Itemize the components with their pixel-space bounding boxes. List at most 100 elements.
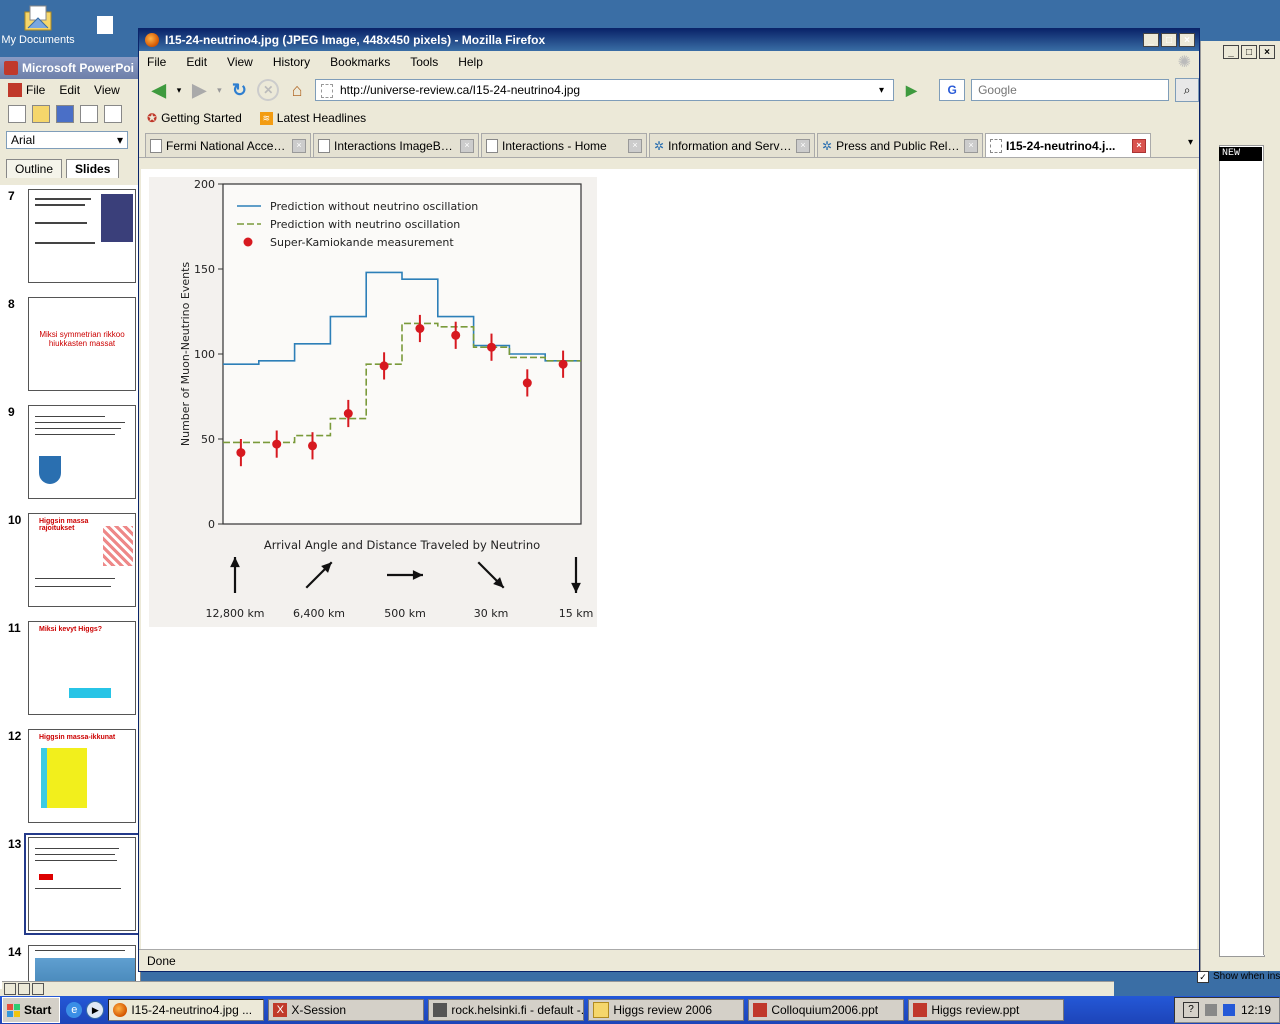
back-history-chevron-icon[interactable]: ▾ xyxy=(177,85,182,96)
checkbox[interactable]: ✓ xyxy=(1197,971,1209,983)
powerpoint-menu-edit[interactable]: Edit xyxy=(59,83,80,97)
close-tab-icon[interactable]: × xyxy=(628,138,642,153)
slide-thumbnail[interactable]: Higgsin massa-ikkunat xyxy=(28,729,136,823)
open-icon[interactable] xyxy=(32,105,50,123)
forward-history-chevron-icon[interactable]: ▾ xyxy=(217,85,222,96)
background-window-right[interactable]: _ □ × NEW ✓ Show when inse xyxy=(1197,41,1280,983)
search-input[interactable] xyxy=(976,82,1169,98)
quicklaunch-ie-icon[interactable]: e xyxy=(66,1002,83,1018)
y-tick-label: 200 xyxy=(194,178,215,191)
normal-view-icon[interactable] xyxy=(4,983,16,995)
tab-fermilab[interactable]: Fermi National Acceler... × xyxy=(145,133,311,157)
slide-thumbnail[interactable] xyxy=(28,405,136,499)
task-x-session[interactable]: X X-Session xyxy=(268,999,425,1021)
menu-bookmarks[interactable]: Bookmarks xyxy=(330,55,390,69)
maximize-button[interactable]: □ xyxy=(1241,45,1257,59)
tab-information-services[interactable]: ✲ Information and Servi... × xyxy=(649,133,815,157)
back-button[interactable]: ◀ xyxy=(147,78,171,102)
scrollbar[interactable] xyxy=(1263,145,1280,955)
slide-thumbnail-list[interactable]: 7 8 Miksi symmetrian rikkoo hiukkasten m… xyxy=(0,185,140,989)
reload-icon[interactable]: ↻ xyxy=(228,78,252,102)
search-icon[interactable]: ⌕ xyxy=(1175,78,1199,102)
close-tab-icon[interactable]: × xyxy=(1132,138,1146,153)
tab-list-chevron-icon[interactable]: ▾ xyxy=(1188,137,1193,148)
distance-label: 6,400 km xyxy=(293,607,345,620)
menu-view[interactable]: View xyxy=(227,55,253,69)
slide-thumbnail[interactable]: Higgsin massa rajoitukset xyxy=(28,513,136,607)
terminal-icon xyxy=(433,1003,448,1017)
sorter-view-icon[interactable] xyxy=(18,983,30,995)
url-bar[interactable]: ▾ xyxy=(314,79,894,101)
start-button[interactable]: Start xyxy=(2,997,61,1023)
powerpoint-menubar: File Edit View xyxy=(0,79,140,101)
task-higgs-review-ppt[interactable]: Higgs review.ppt xyxy=(908,999,1065,1021)
task-colloquium-ppt[interactable]: Colloquium2006.ppt xyxy=(748,999,905,1021)
menu-edit[interactable]: Edit xyxy=(186,55,207,69)
editor-area[interactable] xyxy=(1219,145,1265,957)
chevron-down-icon[interactable]: ▾ xyxy=(879,85,893,96)
slide-thumbnail[interactable]: Miksi symmetrian rikkoo hiukkasten massa… xyxy=(28,297,136,391)
bookmark-getting-started[interactable]: ✪ Getting Started xyxy=(147,111,242,125)
powerpoint-window[interactable]: Microsoft PowerPoi File Edit View Arial … xyxy=(0,57,141,997)
google-engine-icon[interactable]: G xyxy=(939,79,966,101)
task-rock-helsinki[interactable]: rock.helsinki.fi - default -... xyxy=(428,999,585,1021)
slide-thumbnail[interactable]: Miksi kevyt Higgs? xyxy=(28,621,136,715)
preview-icon[interactable] xyxy=(104,105,122,123)
slideshow-view-icon[interactable] xyxy=(32,983,44,995)
powerpoint-menu-view[interactable]: View xyxy=(94,83,120,97)
powerpoint-titlebar[interactable]: Microsoft PowerPoi xyxy=(0,57,140,79)
menu-history[interactable]: History xyxy=(273,55,310,69)
tab-slides[interactable]: Slides xyxy=(66,159,120,178)
volume-icon[interactable] xyxy=(1222,1004,1235,1016)
new-icon[interactable] xyxy=(8,105,26,123)
menu-help[interactable]: Help xyxy=(458,55,483,69)
font-select[interactable]: Arial ▾ xyxy=(6,131,128,149)
chart-svg: 0 50 100 150 200 Prediction without neutrino… xyxy=(179,178,593,620)
tab-outline[interactable]: Outline xyxy=(6,159,63,178)
close-tab-icon[interactable]: × xyxy=(292,138,306,153)
slide-arrow xyxy=(39,874,53,880)
chevron-down-icon[interactable]: ▾ xyxy=(117,133,123,147)
powerpoint-menu-file[interactable]: File xyxy=(8,83,45,97)
status-bar: Done xyxy=(139,949,1199,971)
task-higgs-review-folder[interactable]: Higgs review 2006 xyxy=(588,999,745,1021)
network-icon[interactable] xyxy=(1204,1004,1217,1016)
forward-button[interactable]: ▶ xyxy=(187,78,211,102)
close-tab-icon[interactable]: × xyxy=(796,138,810,153)
go-icon[interactable]: ▶ xyxy=(900,78,924,102)
minimize-button[interactable]: _ xyxy=(1223,45,1239,59)
show-when-insert-option[interactable]: ✓ Show when inse xyxy=(1197,971,1280,983)
slide-number: 8 xyxy=(8,297,15,311)
minimize-button[interactable]: _ xyxy=(1143,33,1159,47)
maximize-button[interactable]: □ xyxy=(1161,33,1177,47)
tab-label: Interactions ImageBank xyxy=(334,138,456,153)
print-icon[interactable] xyxy=(80,105,98,123)
page-content[interactable]: 0 50 100 150 200 Prediction without neutrino… xyxy=(141,169,1197,949)
close-button[interactable]: × xyxy=(1259,45,1275,59)
tab-interactions-home[interactable]: Interactions - Home × xyxy=(481,133,647,157)
desktop-icon-my-documents[interactable]: My Documents xyxy=(0,2,76,46)
menu-tools[interactable]: Tools xyxy=(410,55,438,69)
close-tab-icon[interactable]: × xyxy=(460,138,474,153)
save-icon[interactable] xyxy=(56,105,74,123)
slide-thumbnail[interactable] xyxy=(28,189,136,283)
quicklaunch-media-icon[interactable]: ▶ xyxy=(86,1001,105,1019)
desktop-blank-icon[interactable] xyxy=(97,16,113,34)
home-icon[interactable]: ⌂ xyxy=(285,78,309,102)
taskbar: Start e ▶ I15-24-neutrino4.jpg ... X X-S… xyxy=(0,996,1280,1024)
firefox-titlebar[interactable]: I15-24-neutrino4.jpg (JPEG Image, 448x45… xyxy=(139,29,1199,51)
close-button[interactable]: × xyxy=(1179,33,1195,47)
tab-interactions-imagebank[interactable]: Interactions ImageBank × xyxy=(313,133,479,157)
menu-file[interactable]: File xyxy=(147,55,166,69)
slide-thumbnail-selected[interactable] xyxy=(24,833,140,935)
help-icon[interactable]: ? xyxy=(1182,1002,1199,1018)
firefox-window[interactable]: I15-24-neutrino4.jpg (JPEG Image, 448x45… xyxy=(138,28,1200,972)
bookmark-latest-headlines[interactable]: ≋ Latest Headlines xyxy=(259,111,366,125)
tab-neutrino-image[interactable]: I15-24-neutrino4.j... × xyxy=(985,133,1151,157)
url-input[interactable] xyxy=(337,82,879,98)
task-firefox[interactable]: I15-24-neutrino4.jpg ... xyxy=(108,999,265,1021)
stop-icon[interactable]: ✕ xyxy=(257,79,280,101)
close-tab-icon[interactable]: × xyxy=(964,138,978,153)
search-box[interactable] xyxy=(971,79,1170,101)
tab-press-public-relations[interactable]: ✲ Press and Public Relat... × xyxy=(817,133,983,157)
